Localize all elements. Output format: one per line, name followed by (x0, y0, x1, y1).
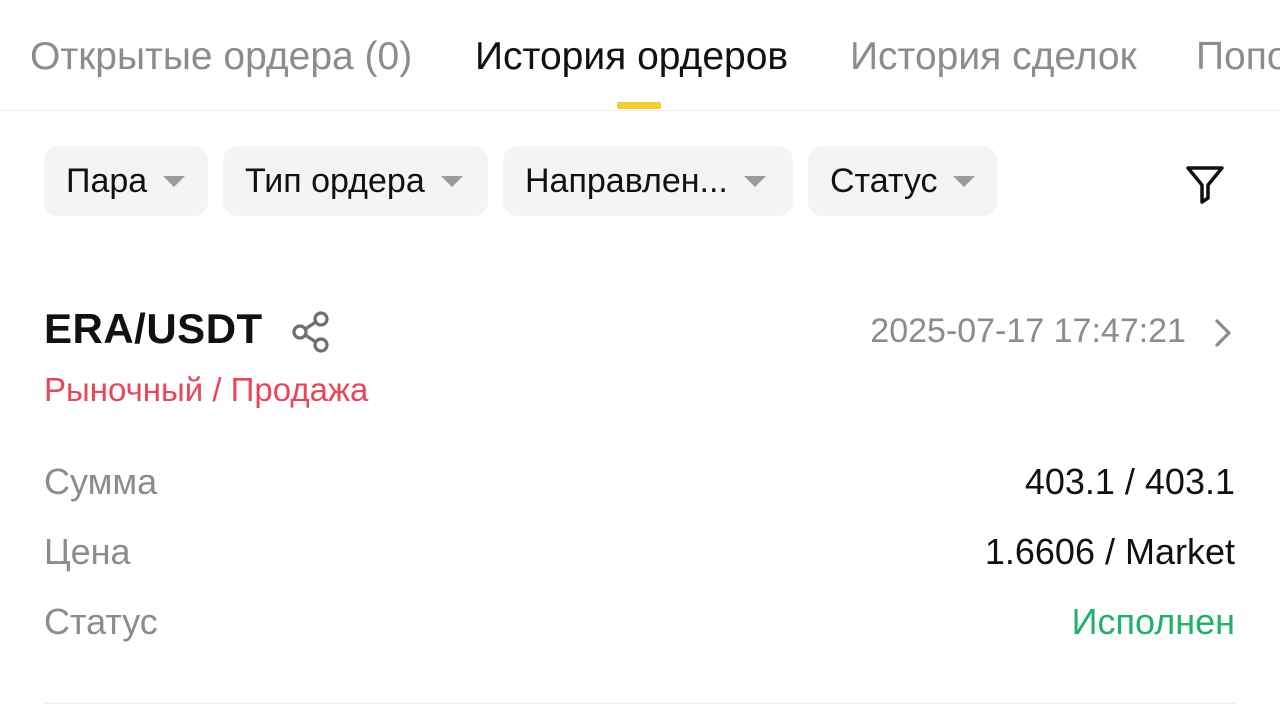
filter-icon[interactable] (1180, 158, 1230, 208)
caret-down-icon (163, 175, 186, 187)
filter-status[interactable]: Статус (808, 146, 997, 216)
amount-label: Сумма (44, 461, 158, 502)
tab-open-orders[interactable]: Открытые ордера (0) (30, 34, 412, 80)
filter-direction[interactable]: Направлен... (503, 146, 793, 216)
tab-trade-history[interactable]: История сделок (850, 34, 1137, 80)
caret-down-icon (743, 175, 766, 187)
filter-pair[interactable]: Пара (44, 146, 208, 216)
amount-value: 403.1 / 403.1 (1024, 461, 1235, 502)
tab-bar: Открытые ордера (0) История ордеров Исто… (0, 0, 1280, 111)
tab-more[interactable]: Попо (1196, 34, 1280, 80)
filter-order-type[interactable]: Тип ордера (223, 146, 488, 216)
order-datetime: 2025-07-17 17:47:21 (870, 312, 1186, 350)
price-value: 1.6606 / Market (984, 531, 1235, 572)
order-type-side: Рыночный / Продажа (44, 371, 369, 408)
status-label: Статус (44, 601, 158, 642)
filter-bar: Пара Тип ордера Направлен... Статус (0, 146, 1280, 216)
share-icon[interactable] (290, 310, 334, 354)
filter-status-label: Статус (830, 161, 938, 200)
order-history-screen: Открытые ордера (0) История ордеров Исто… (0, 0, 1280, 718)
filter-order-type-label: Тип ордера (245, 161, 425, 200)
price-label: Цена (44, 531, 131, 572)
status-value: Исполнен (1071, 601, 1235, 642)
divider (44, 703, 1236, 704)
order-pair: ERA/USDT (44, 305, 263, 352)
filter-direction-label: Направлен... (525, 161, 728, 200)
caret-down-icon (953, 175, 976, 187)
tab-order-history[interactable]: История ордеров (475, 34, 788, 80)
caret-down-icon (440, 175, 463, 187)
chevron-right-icon[interactable] (1208, 316, 1238, 350)
filter-pair-label: Пара (66, 161, 148, 200)
active-tab-indicator (617, 102, 661, 109)
